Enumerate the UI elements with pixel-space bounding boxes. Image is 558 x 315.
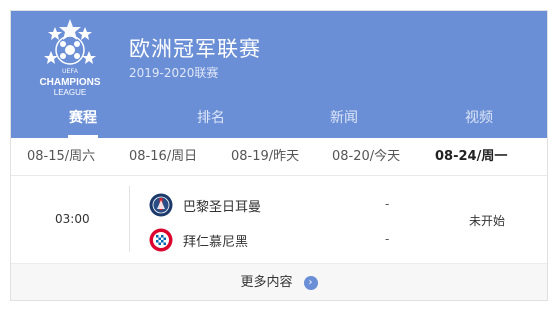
date-item[interactable]: 08-20/今天 xyxy=(332,138,400,176)
date-item[interactable]: 08-16/周日 xyxy=(129,138,197,176)
match-time: 03:00 xyxy=(55,212,90,226)
tab-schedule[interactable]: 赛程 xyxy=(53,108,113,138)
date-item[interactable]: 08-15/周六 xyxy=(27,138,95,176)
league-title: 欧洲冠军联赛 xyxy=(129,37,261,61)
tab-label: 排名 xyxy=(197,110,225,126)
tab-bar: 赛程 排名 新闻 视频 xyxy=(11,108,547,138)
psg-crest-icon xyxy=(149,193,173,217)
tab-label: 视频 xyxy=(465,110,493,126)
schedule-card: UEFA CHAMPIONS LEAGUE 欧洲冠军联赛 2019-2020联赛… xyxy=(10,10,548,301)
match-row[interactable]: 03:00 巴黎圣日耳曼 - 拜仁慕尼黑 - 未开始 xyxy=(11,176,547,263)
home-score: - xyxy=(385,197,390,211)
date-selector: 08-15/周六 08-16/周日 08-19/昨天 08-20/今天 08-2… xyxy=(11,138,547,176)
date-item[interactable]: 08-19/昨天 xyxy=(231,138,299,176)
date-item-selected[interactable]: 08-24/周一 xyxy=(435,138,507,176)
bayern-crest-icon xyxy=(149,228,173,252)
logo-champions-text: CHAMPIONS xyxy=(39,77,100,88)
home-team-name: 巴黎圣日耳曼 xyxy=(183,200,262,215)
away-score: - xyxy=(385,232,390,246)
tab-label: 新闻 xyxy=(330,110,358,126)
more-content-label: 更多内容 xyxy=(240,275,293,290)
logo-league-text: LEAGUE xyxy=(54,88,86,97)
league-header: UEFA CHAMPIONS LEAGUE 欧洲冠军联赛 2019-2020联赛… xyxy=(11,11,547,138)
away-team-name: 拜仁慕尼黑 xyxy=(183,235,249,250)
logo-uefa-text: UEFA xyxy=(62,69,78,75)
champions-league-logo: UEFA CHAMPIONS LEAGUE xyxy=(39,19,101,97)
chevron-right-circle-icon: › xyxy=(303,275,318,290)
tab-standings[interactable]: 排名 xyxy=(181,108,241,138)
tab-video[interactable]: 视频 xyxy=(449,108,509,138)
tab-news[interactable]: 新闻 xyxy=(314,108,374,138)
tab-label: 赛程 xyxy=(69,110,97,126)
more-content-button[interactable]: 更多内容 › xyxy=(11,263,547,300)
match-status: 未开始 xyxy=(469,214,506,228)
divider xyxy=(129,186,130,252)
league-season: 2019-2020联赛 xyxy=(129,66,219,80)
